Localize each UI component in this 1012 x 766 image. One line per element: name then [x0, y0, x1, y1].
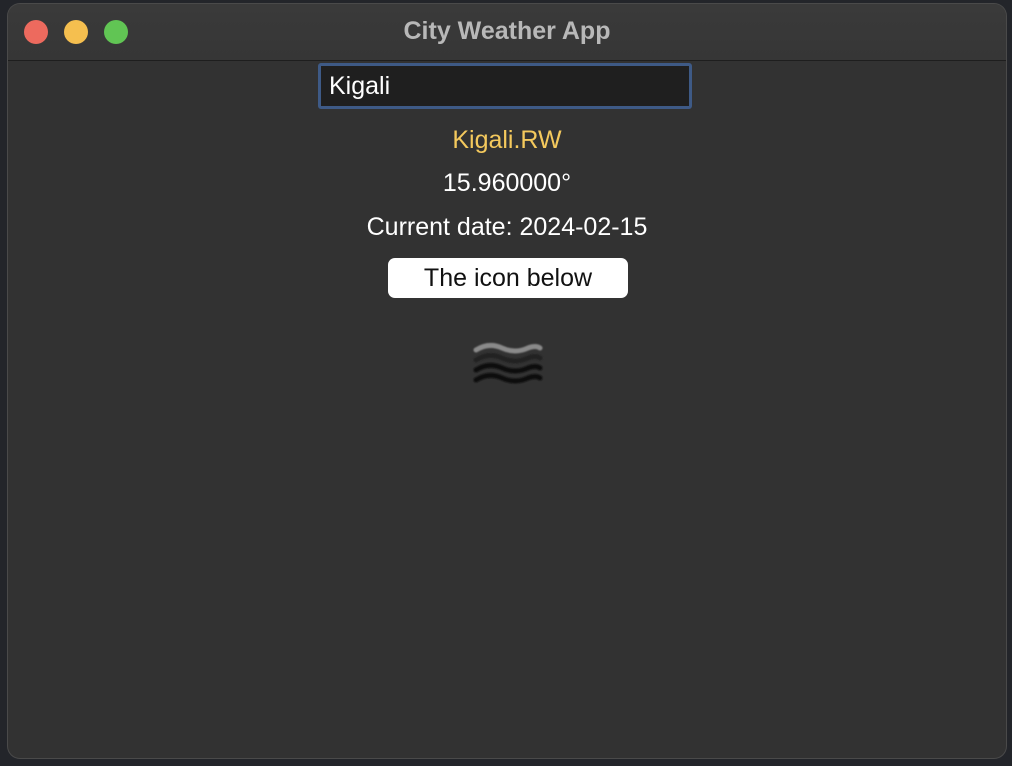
icon-below-button[interactable]: The icon below — [388, 258, 628, 298]
city-search-input[interactable] — [318, 63, 692, 109]
title-bar: City Weather App — [8, 4, 1006, 61]
temperature-label: 15.960000° — [442, 169, 572, 197]
main-content: Kigali.RW 15.960000° Current date: 2024-… — [8, 61, 1006, 758]
mist-icon — [473, 342, 543, 384]
window-title: City Weather App — [403, 17, 611, 45]
app-window: City Weather App Kigali.RW 15.960000° Cu… — [8, 4, 1006, 758]
city-label: Kigali.RW — [452, 126, 562, 154]
current-date-label: Current date: 2024-02-15 — [366, 213, 648, 241]
desktop: City Weather App Kigali.RW 15.960000° Cu… — [0, 0, 1012, 766]
